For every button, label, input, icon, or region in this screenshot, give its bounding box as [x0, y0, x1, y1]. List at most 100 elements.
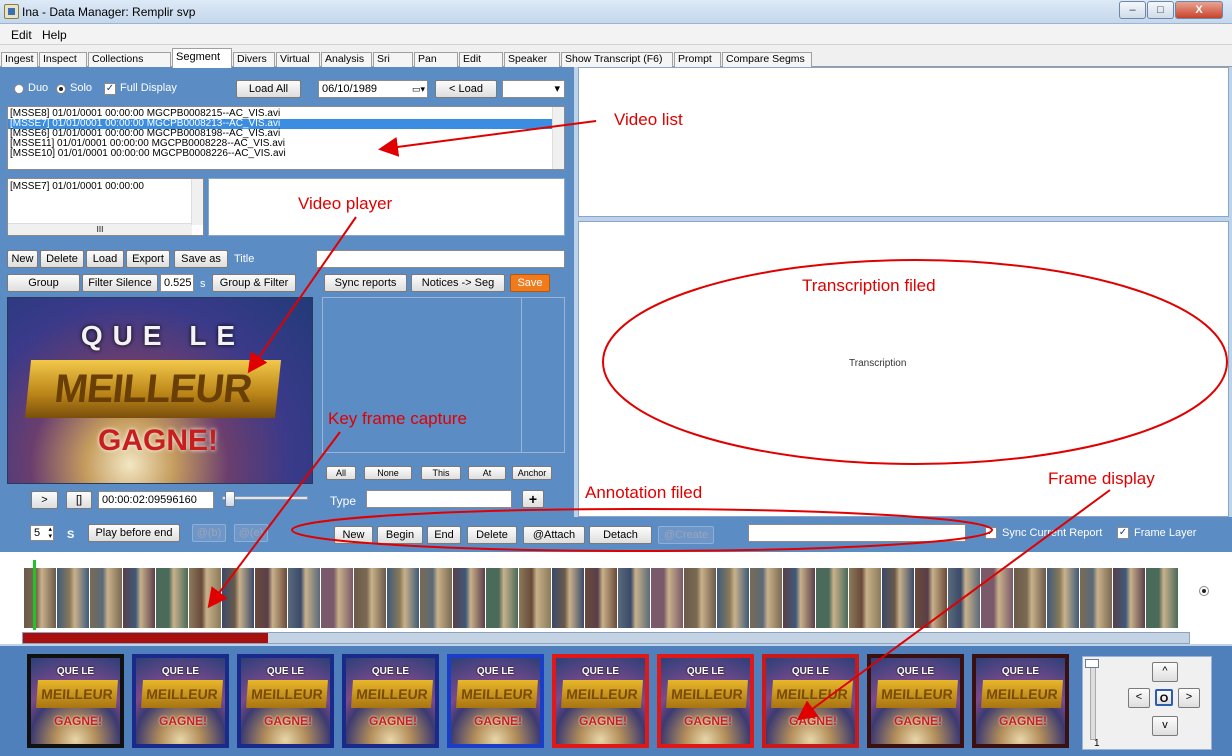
frame-thumbnail[interactable]: [486, 568, 518, 628]
keyframe-thumbnail[interactable]: QUE LE MEILLEUR GAGNE!: [657, 654, 754, 748]
timecode-field[interactable]: 00:00:02:09596160: [98, 491, 214, 509]
annotation-end-button[interactable]: End: [427, 526, 461, 544]
filter-this-button[interactable]: This: [421, 466, 461, 480]
save-button[interactable]: Save: [510, 274, 550, 292]
at-end-button[interactable]: @(e): [234, 524, 268, 542]
filter-none-button[interactable]: None: [364, 466, 412, 480]
video-list[interactable]: [MSSE8] 01/01/0001 00:00:00 MGCPB0008215…: [7, 106, 565, 170]
spin-arrows-icon[interactable]: ▴ ▾: [48, 526, 52, 540]
frame-thumbnail[interactable]: [1047, 568, 1079, 628]
notices-to-seg-button[interactable]: Notices -> Seg: [411, 274, 505, 292]
frame-thumbnail[interactable]: [1113, 568, 1145, 628]
frame-thumbnail[interactable]: [453, 568, 485, 628]
frame-thumbnail[interactable]: [1080, 568, 1112, 628]
load-all-button[interactable]: Load All: [236, 80, 301, 98]
frame-thumbnail[interactable]: [618, 568, 650, 628]
new-button[interactable]: New: [7, 250, 38, 268]
frame-thumbnail[interactable]: [717, 568, 749, 628]
annotation-delete-button[interactable]: Delete: [467, 526, 517, 544]
list-item[interactable]: [MSSE10] 01/01/0001 00:00:00 MGCPB000822…: [8, 149, 564, 159]
frame-thumbnail[interactable]: [519, 568, 551, 628]
tab-inspect[interactable]: Inspect: [39, 52, 87, 67]
tab-collections[interactable]: Collections: [88, 52, 171, 67]
keyframe-thumbnail[interactable]: QUE LE MEILLEUR GAGNE!: [27, 654, 124, 748]
frame-thumbnail[interactable]: [783, 568, 815, 628]
keyframe-thumbnail[interactable]: QUE LE MEILLEUR GAGNE!: [552, 654, 649, 748]
list-item[interactable]: [MSSE7] 01/01/0001 00:00:00: [8, 182, 203, 192]
load-dropdown[interactable]: ▾: [502, 80, 565, 98]
tab-show-transcript[interactable]: Show Transcript (F6): [561, 52, 673, 67]
tab-segment[interactable]: Segment: [172, 48, 232, 68]
delete-button[interactable]: Delete: [40, 250, 84, 268]
vertical-slider-track[interactable]: [1090, 662, 1096, 740]
frame-layer-checkbox[interactable]: ✓: [1117, 527, 1129, 539]
keyframe-thumbnail[interactable]: QUE LE MEILLEUR GAGNE!: [447, 654, 544, 748]
selected-video-list[interactable]: [MSSE7] 01/01/0001 00:00:00 III: [7, 178, 204, 236]
frame-thumbnail[interactable]: [420, 568, 452, 628]
duo-radio[interactable]: [14, 84, 24, 94]
sync-reports-button[interactable]: Sync reports: [324, 274, 407, 292]
minimize-button[interactable]: ‒: [1119, 1, 1146, 19]
frame-thumbnail[interactable]: [651, 568, 683, 628]
frame-thumbnail[interactable]: [57, 568, 89, 628]
detach-button[interactable]: Detach: [589, 526, 652, 544]
frame-thumbnail[interactable]: [915, 568, 947, 628]
sync-current-report-checkbox[interactable]: ✓: [985, 527, 997, 539]
nav-up-button[interactable]: ^: [1152, 662, 1178, 682]
keyframe-thumbnail[interactable]: QUE LE MEILLEUR GAGNE!: [972, 654, 1069, 748]
frame-thumbnail[interactable]: [90, 568, 122, 628]
frame-thumbnail[interactable]: [354, 568, 386, 628]
frame-thumbnail[interactable]: [882, 568, 914, 628]
frame-thumbnail[interactable]: [684, 568, 716, 628]
filter-all-button[interactable]: All: [326, 466, 356, 480]
frame-thumbnail[interactable]: [585, 568, 617, 628]
frame-thumbnail[interactable]: [1146, 568, 1178, 628]
frame-thumbnail[interactable]: [849, 568, 881, 628]
play-button[interactable]: >: [31, 491, 58, 509]
frame-thumbnail[interactable]: [750, 568, 782, 628]
annotation-begin-button[interactable]: Begin: [377, 526, 423, 544]
play-before-end-button[interactable]: Play before end: [88, 524, 180, 542]
full-display-checkbox[interactable]: ✓: [104, 83, 116, 95]
menu-edit[interactable]: Edit: [11, 28, 32, 42]
group-button[interactable]: Group: [7, 274, 80, 292]
vertical-scrollbar[interactable]: [191, 179, 203, 225]
seek-slider[interactable]: [225, 491, 236, 507]
annotation-new-button[interactable]: New: [334, 526, 373, 544]
keyframe-thumbnail[interactable]: QUE LE MEILLEUR GAGNE!: [237, 654, 334, 748]
horizontal-scrollbar[interactable]: III: [8, 223, 192, 235]
add-type-button[interactable]: +: [522, 490, 544, 508]
vertical-scrollbar[interactable]: [552, 107, 564, 169]
frame-thumbnail[interactable]: [255, 568, 287, 628]
tab-compare-segms[interactable]: Compare Segms: [722, 52, 812, 67]
nav-center-button[interactable]: O: [1155, 689, 1173, 706]
frame-thumbnail[interactable]: [387, 568, 419, 628]
title-input[interactable]: [316, 250, 565, 268]
load-previous-button[interactable]: < Load: [435, 80, 497, 98]
menu-help[interactable]: Help: [42, 28, 67, 42]
frame-thumbnail[interactable]: [816, 568, 848, 628]
group-filter-button[interactable]: Group & Filter: [212, 274, 296, 292]
frame-thumbnail[interactable]: [948, 568, 980, 628]
filter-silence-button[interactable]: Filter Silence: [82, 274, 158, 292]
tab-pan[interactable]: Pan: [414, 52, 458, 67]
maximize-button[interactable]: □: [1147, 1, 1174, 19]
frame-thumbnail[interactable]: [288, 568, 320, 628]
tab-divers[interactable]: Divers: [233, 52, 275, 67]
tab-analysis[interactable]: Analysis: [321, 52, 372, 67]
nav-down-button[interactable]: v: [1152, 716, 1178, 736]
frame-thumbnail[interactable]: [981, 568, 1013, 628]
keyframe-thumbnail[interactable]: QUE LE MEILLEUR GAGNE!: [132, 654, 229, 748]
strip-radio[interactable]: [1199, 586, 1209, 596]
vertical-slider-thumb[interactable]: [1085, 659, 1099, 668]
nav-left-button[interactable]: <: [1128, 688, 1150, 708]
solo-radio[interactable]: [56, 84, 66, 94]
calendar-icon[interactable]: ▭▾: [412, 81, 425, 97]
keyframe-thumbnail[interactable]: QUE LE MEILLEUR GAGNE!: [867, 654, 964, 748]
spin-input[interactable]: 5 ▴ ▾: [30, 525, 54, 541]
type-input[interactable]: [366, 490, 512, 508]
export-button[interactable]: Export: [126, 250, 170, 268]
tab-sri[interactable]: Sri: [373, 52, 413, 67]
frame-thumbnail[interactable]: [222, 568, 254, 628]
keyframe-thumbnail[interactable]: QUE LE MEILLEUR GAGNE!: [762, 654, 859, 748]
